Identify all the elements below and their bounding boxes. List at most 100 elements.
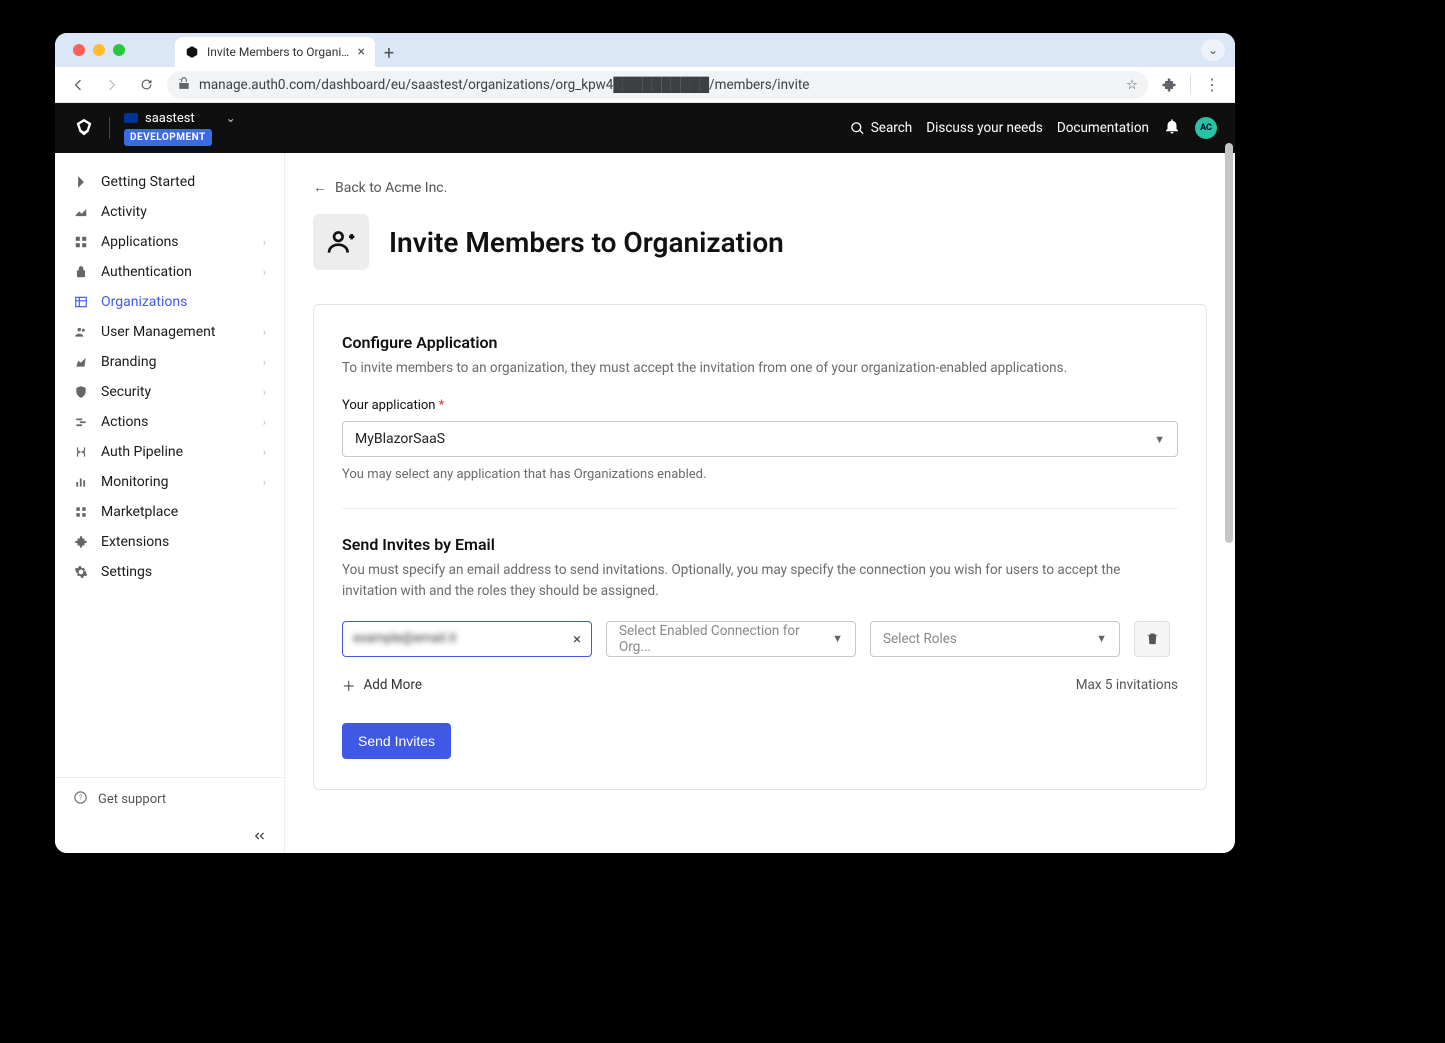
- sidebar-item-activity[interactable]: Activity: [55, 197, 284, 227]
- sidebar-item-label: Authentication: [101, 264, 192, 280]
- browser-menu-icon[interactable]: ⋮: [1199, 72, 1225, 98]
- application-helper-text: You may select any application that has …: [342, 467, 1178, 482]
- sidebar-item-organizations[interactable]: Organizations: [55, 287, 284, 317]
- invite-card: Configure Application To invite members …: [313, 304, 1207, 790]
- sidebar-item-settings[interactable]: Settings: [55, 557, 284, 587]
- tab-overflow-button[interactable]: ⌄: [1201, 39, 1225, 61]
- reload-button[interactable]: [133, 72, 159, 98]
- connection-select[interactable]: Select Enabled Connection for Org... ▼: [606, 621, 856, 657]
- user-avatar[interactable]: AC: [1195, 117, 1217, 139]
- sidebar-item-label: User Management: [101, 324, 215, 340]
- sidebar: Getting StartedActivityApplications›Auth…: [55, 153, 285, 853]
- extensions-icon[interactable]: [1156, 72, 1182, 98]
- sidebar-item-label: Activity: [101, 204, 147, 220]
- roles-select[interactable]: Select Roles ▼: [870, 621, 1120, 657]
- documentation-link[interactable]: Documentation: [1057, 120, 1149, 136]
- config-section-desc: To invite members to an organization, th…: [342, 358, 1178, 378]
- scrollbar[interactable]: [1225, 143, 1233, 845]
- discuss-link[interactable]: Discuss your needs: [926, 120, 1043, 136]
- sidebar-item-extensions[interactable]: Extensions: [55, 527, 284, 557]
- invite-member-icon: [313, 214, 369, 270]
- sidebar-item-label: Extensions: [101, 534, 169, 550]
- tab-title: Invite Members to Organizati: [207, 45, 350, 59]
- sidebar-item-applications[interactable]: Applications ›: [55, 227, 284, 257]
- application-select[interactable]: MyBlazorSaaS ▼: [342, 421, 1178, 457]
- browser-toolbar: manage.auth0.com/dashboard/eu/saastest/o…: [55, 67, 1235, 103]
- chevron-right-icon: ›: [263, 326, 266, 339]
- search-button[interactable]: Search: [850, 120, 912, 136]
- activity-icon: [73, 204, 89, 220]
- sidebar-item-label: Applications: [101, 234, 179, 250]
- tenant-name: saastest: [145, 111, 195, 126]
- chevron-down-icon: ▼: [832, 632, 843, 645]
- authentication-icon: [73, 264, 89, 280]
- plus-icon: ＋: [342, 675, 356, 695]
- sidebar-item-getting-started[interactable]: Getting Started: [55, 167, 284, 197]
- email-section-desc: You must specify an email address to sen…: [342, 560, 1178, 601]
- help-icon: ?: [73, 790, 88, 809]
- sidebar-item-marketplace[interactable]: Marketplace: [55, 497, 284, 527]
- chevron-right-icon: ›: [263, 446, 266, 459]
- config-section-title: Configure Application: [342, 333, 1178, 352]
- invite-row: example@email.it × Select Enabled Connec…: [342, 621, 1178, 657]
- sidebar-item-auth-pipeline[interactable]: Auth Pipeline›: [55, 437, 284, 467]
- sidebar-item-authentication[interactable]: Authentication›: [55, 257, 284, 287]
- window-close-button[interactable]: [73, 44, 85, 56]
- sidebar-item-monitoring[interactable]: Monitoring›: [55, 467, 284, 497]
- extensions-icon: [73, 534, 89, 550]
- sidebar-item-label: Security: [101, 384, 151, 400]
- settings-icon: [73, 564, 89, 580]
- site-settings-icon[interactable]: [177, 76, 191, 94]
- user-management-icon: [73, 324, 89, 340]
- applications-icon: [73, 234, 89, 250]
- email-input[interactable]: example@email.it ×: [342, 621, 592, 657]
- send-invites-button[interactable]: Send Invites: [342, 723, 451, 759]
- security-icon: [73, 384, 89, 400]
- max-invitations-label: Max 5 invitations: [1076, 677, 1178, 693]
- chevron-down-icon: ▼: [1154, 433, 1165, 446]
- window-zoom-button[interactable]: [113, 44, 125, 56]
- notifications-icon[interactable]: [1163, 117, 1181, 139]
- scrollbar-thumb[interactable]: [1225, 143, 1233, 543]
- url-text: manage.auth0.com/dashboard/eu/saastest/o…: [199, 77, 809, 93]
- sidebar-item-label: Settings: [101, 564, 152, 580]
- chevron-right-icon: ›: [263, 386, 266, 399]
- monitoring-icon: [73, 474, 89, 490]
- getting-started-icon: [73, 174, 89, 190]
- sidebar-item-branding[interactable]: Branding›: [55, 347, 284, 377]
- sidebar-item-actions[interactable]: Actions›: [55, 407, 284, 437]
- divider: [342, 508, 1178, 509]
- actions-icon: [73, 414, 89, 430]
- collapse-sidebar-button[interactable]: [55, 821, 284, 853]
- sidebar-item-label: Monitoring: [101, 474, 169, 490]
- sidebar-item-security[interactable]: Security ›: [55, 377, 284, 407]
- back-link[interactable]: ← Back to Acme Inc.: [313, 179, 1207, 196]
- window-controls: [73, 44, 125, 56]
- tenant-switcher[interactable]: saastest ⌄ DEVELOPMENT: [124, 111, 236, 146]
- tab-close-icon[interactable]: ×: [358, 44, 365, 60]
- browser-tab[interactable]: Invite Members to Organizati ×: [175, 37, 375, 67]
- svg-text:?: ?: [79, 794, 82, 802]
- env-badge: DEVELOPMENT: [124, 129, 212, 146]
- delete-row-button[interactable]: [1134, 621, 1170, 657]
- clear-email-icon[interactable]: ×: [573, 630, 581, 648]
- address-bar[interactable]: manage.auth0.com/dashboard/eu/saastest/o…: [167, 71, 1148, 99]
- new-tab-button[interactable]: +: [375, 39, 403, 67]
- forward-button[interactable]: [99, 72, 125, 98]
- auth0-logo[interactable]: [73, 117, 95, 139]
- roles-placeholder: Select Roles: [883, 631, 957, 647]
- bookmark-icon[interactable]: ☆: [1126, 77, 1138, 93]
- sidebar-item-label: Marketplace: [101, 504, 178, 520]
- get-support-link[interactable]: ? Get support: [55, 777, 284, 821]
- back-button[interactable]: [65, 72, 91, 98]
- sidebar-item-label: Organizations: [101, 294, 187, 310]
- email-value: example@email.it: [353, 631, 565, 646]
- sidebar-item-user-management[interactable]: User Management ›: [55, 317, 284, 347]
- chevron-down-icon: ▼: [1096, 632, 1107, 645]
- browser-tab-strip: Invite Members to Organizati × + ⌄: [55, 33, 1235, 67]
- add-more-button[interactable]: ＋ Add More: [342, 675, 422, 695]
- application-select-value: MyBlazorSaaS: [355, 431, 445, 447]
- window-minimize-button[interactable]: [93, 44, 105, 56]
- search-label: Search: [871, 120, 912, 136]
- chevron-right-icon: ›: [263, 236, 266, 249]
